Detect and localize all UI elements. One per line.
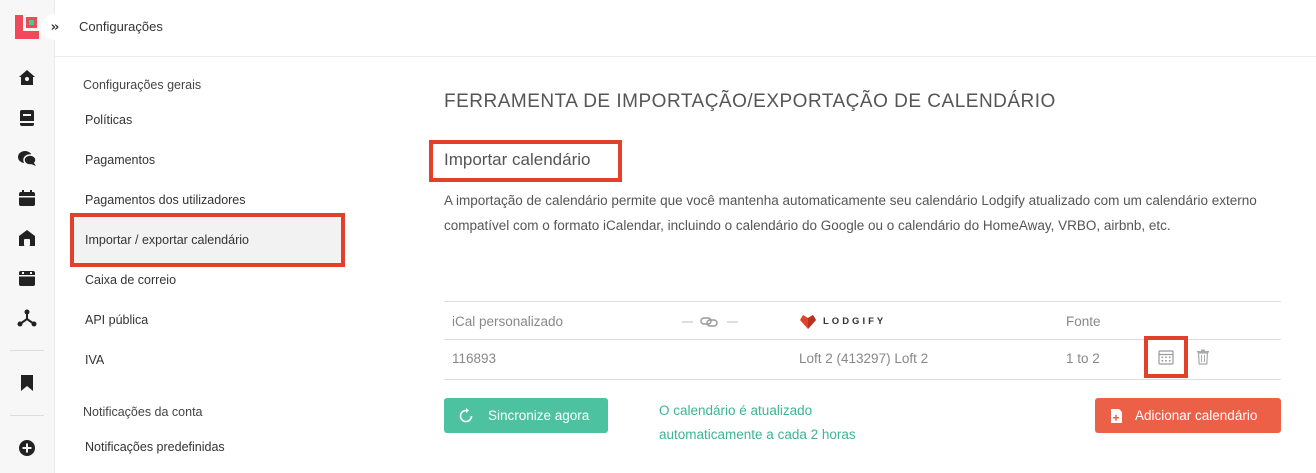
sync-now-label: Sincronize agora [488,408,590,423]
expand-sidebar-icon[interactable]: ›› [41,14,67,40]
network-icon[interactable] [17,308,37,328]
sync-note: O calendário é atualizado automaticament… [659,399,856,447]
general-settings-heading: Configurações gerais [83,78,202,92]
nav-item-api-publica[interactable]: API pública [85,313,148,327]
nav-item-importar-exportar-calendario[interactable]: Importar / exportar calendário [85,233,249,247]
home-icon[interactable] [17,68,37,88]
sync-now-button[interactable]: Sincronize agora [444,398,608,433]
nav-item-caixa-de-correio[interactable]: Caixa de correio [85,273,176,287]
header-ical: iCal personalizado [452,314,564,329]
lodgify-wordmark: LODGIFY [823,315,887,327]
lodgify-brand: LODGIFY [799,312,886,330]
chat-icon[interactable] [17,148,37,168]
account-notifications-heading: Notificações da conta [83,405,203,419]
rail-divider [10,350,44,351]
calendar-add-icon [1109,408,1125,424]
view-calendar-button[interactable] [1144,336,1188,378]
sync-note-line2: automaticamente a cada 2 horas [659,427,856,442]
sync-note-line1: O calendário é atualizado [659,403,813,418]
nav-item-iva[interactable]: IVA [85,353,104,367]
rail-divider [10,415,44,416]
cell-property: Loft 2 (413297) Loft 2 [799,351,929,366]
cell-source: 1 to 2 [1066,351,1100,366]
calendar-icon[interactable] [17,188,37,208]
table-row: 116893 Loft 2 (413297) Loft 2 1 to 2 [444,336,1281,380]
import-calendar-subtitle: Importar calendário [444,150,591,169]
bookmark-icon[interactable] [17,373,37,393]
tool-title: FERRAMENTA DE IMPORTAÇÃO/EXPORTAÇÃO DE C… [444,91,1056,112]
header-source: Fonte [1066,314,1101,329]
add-icon[interactable] [17,438,37,458]
nav-item-notificacoes-predefinidas[interactable]: Notificações predefinidas [85,440,225,454]
nav-item-politicas[interactable]: Políticas [85,113,132,127]
app-rail [0,0,55,473]
add-calendar-label: Adicionar calendário [1135,408,1258,423]
nav-item-pagamentos[interactable]: Pagamentos [85,153,155,167]
book-icon[interactable] [17,108,37,128]
trash-icon[interactable] [1196,349,1210,370]
add-calendar-button[interactable]: Adicionar calendário [1095,398,1281,433]
refresh-icon [458,407,474,424]
house-icon[interactable] [17,228,37,248]
table-header: iCal personalizado LODGIFY Fonte [444,301,1281,340]
calendar-grid-icon [1158,350,1174,365]
calendar-board-icon[interactable] [17,268,37,288]
page-title: Configurações [79,19,163,34]
top-header: ›› Configurações [41,0,1316,57]
lodgify-heart-icon [800,315,816,329]
link-icon [682,313,740,332]
import-description: A importação de calendário permite que v… [444,193,1257,233]
cell-ical: 116893 [452,351,497,366]
nav-item-pagamentos-utilizadores[interactable]: Pagamentos dos utilizadores [85,193,246,207]
lodgify-logo[interactable] [15,15,39,39]
